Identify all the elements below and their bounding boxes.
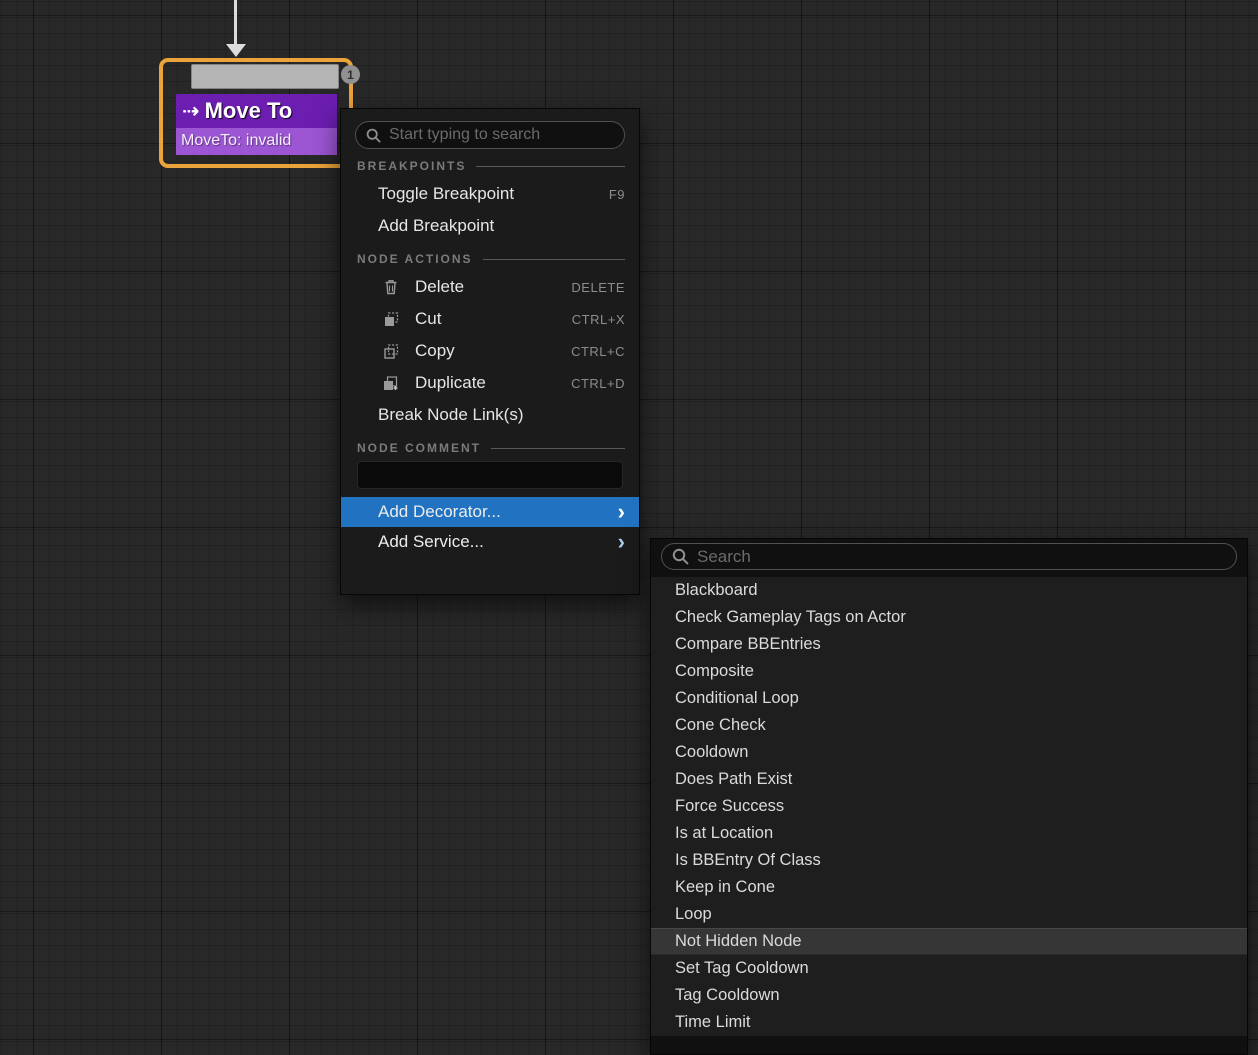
decorator-item[interactable]: Blackboard (651, 577, 1247, 604)
cut-icon (383, 311, 399, 327)
menu-item-label: Break Node Link(s) (378, 405, 625, 425)
node-title: Move To (205, 98, 293, 124)
submenu-arrow-icon: › (618, 501, 625, 523)
decorator-item[interactable]: Keep in Cone (651, 874, 1247, 901)
decorator-item[interactable]: Set Tag Cooldown (651, 955, 1247, 982)
wire-arrowhead-icon (226, 44, 246, 57)
menu-item-shortcut: CTRL+C (571, 344, 625, 359)
menu-item-shortcut: DELETE (571, 280, 625, 295)
decorator-item[interactable]: Check Gameplay Tags on Actor (651, 604, 1247, 631)
section-label: BREAKPOINTS (357, 159, 466, 173)
decorator-item[interactable]: Time Limit (651, 1009, 1247, 1036)
behavior-tree-graph[interactable]: 1 ⇢ Move To MoveTo: invalid BREAKPOINTS … (0, 0, 1258, 1055)
menu-item-add-service[interactable]: Add Service... › (341, 527, 639, 557)
section-header-node-actions: NODE ACTIONS (357, 252, 625, 266)
node-index-badge: 1 (341, 65, 360, 84)
menu-item-label: Duplicate (415, 373, 571, 393)
node-rename-field[interactable] (191, 64, 339, 89)
section-label: NODE COMMENT (357, 441, 481, 455)
copy-icon (383, 343, 399, 359)
trash-icon (383, 279, 399, 295)
section-divider (476, 166, 625, 167)
menu-item-label: Add Breakpoint (378, 216, 625, 236)
node-comment-input[interactable] (366, 467, 614, 484)
decorator-item[interactable]: Loop (651, 901, 1247, 928)
menu-item-label: Copy (415, 341, 571, 361)
duplicate-icon (383, 375, 399, 391)
decorator-item[interactable]: Compare BBEntries (651, 631, 1247, 658)
menu-item-shortcut: F9 (609, 187, 625, 202)
menu-item-break-node-links[interactable]: Break Node Link(s) (341, 399, 639, 431)
menu-item-label: Add Decorator... (378, 502, 501, 522)
decorator-search-input[interactable] (697, 547, 1226, 567)
section-header-breakpoints: BREAKPOINTS (357, 159, 625, 173)
decorator-search[interactable] (661, 543, 1237, 570)
move-to-node-header[interactable]: ⇢ Move To (176, 94, 337, 128)
decorator-item[interactable]: Not Hidden Node (651, 928, 1247, 955)
menu-item-cut[interactable]: Cut CTRL+X (341, 303, 639, 335)
menu-item-label: Delete (415, 277, 571, 297)
menu-item-label: Toggle Breakpoint (378, 184, 609, 204)
decorator-item[interactable]: Composite (651, 658, 1247, 685)
decorator-item[interactable]: Cone Check (651, 712, 1247, 739)
menu-item-add-decorator[interactable]: Add Decorator... › (341, 497, 639, 527)
menu-item-delete[interactable]: Delete DELETE (341, 271, 639, 303)
menu-item-toggle-breakpoint[interactable]: Toggle Breakpoint F9 (341, 178, 639, 210)
menu-item-label: Add Service... (378, 532, 484, 552)
menu-item-label: Cut (415, 309, 572, 329)
node-context-menu: BREAKPOINTS Toggle Breakpoint F9 Add Bre… (340, 108, 640, 595)
decorator-list: Blackboard Check Gameplay Tags on Actor … (651, 577, 1247, 1036)
node-comment-box[interactable] (357, 461, 623, 489)
execution-wire (234, 0, 237, 46)
search-icon (672, 548, 689, 565)
decorator-item[interactable]: Does Path Exist (651, 766, 1247, 793)
section-divider (491, 448, 625, 449)
decorator-item[interactable]: Is BBEntry Of Class (651, 847, 1247, 874)
move-to-icon: ⇢ (182, 101, 200, 122)
node-subtitle: MoveTo: invalid (176, 128, 337, 155)
section-header-node-comment: NODE COMMENT (357, 441, 625, 455)
search-icon (366, 128, 381, 143)
context-search-input[interactable] (389, 126, 614, 144)
context-menu-search[interactable] (355, 121, 625, 149)
add-decorator-submenu: Blackboard Check Gameplay Tags on Actor … (650, 538, 1248, 1055)
section-divider (483, 259, 625, 260)
menu-item-shortcut: CTRL+X (572, 312, 625, 327)
decorator-item[interactable]: Cooldown (651, 739, 1247, 766)
section-label: NODE ACTIONS (357, 252, 473, 266)
menu-item-copy[interactable]: Copy CTRL+C (341, 335, 639, 367)
decorator-item[interactable]: Force Success (651, 793, 1247, 820)
submenu-arrow-icon: › (618, 531, 625, 553)
menu-item-shortcut: CTRL+D (571, 376, 625, 391)
decorator-item[interactable]: Conditional Loop (651, 685, 1247, 712)
decorator-item[interactable]: Tag Cooldown (651, 982, 1247, 1009)
menu-item-duplicate[interactable]: Duplicate CTRL+D (341, 367, 639, 399)
menu-item-add-breakpoint[interactable]: Add Breakpoint (341, 210, 639, 242)
decorator-item[interactable]: Is at Location (651, 820, 1247, 847)
